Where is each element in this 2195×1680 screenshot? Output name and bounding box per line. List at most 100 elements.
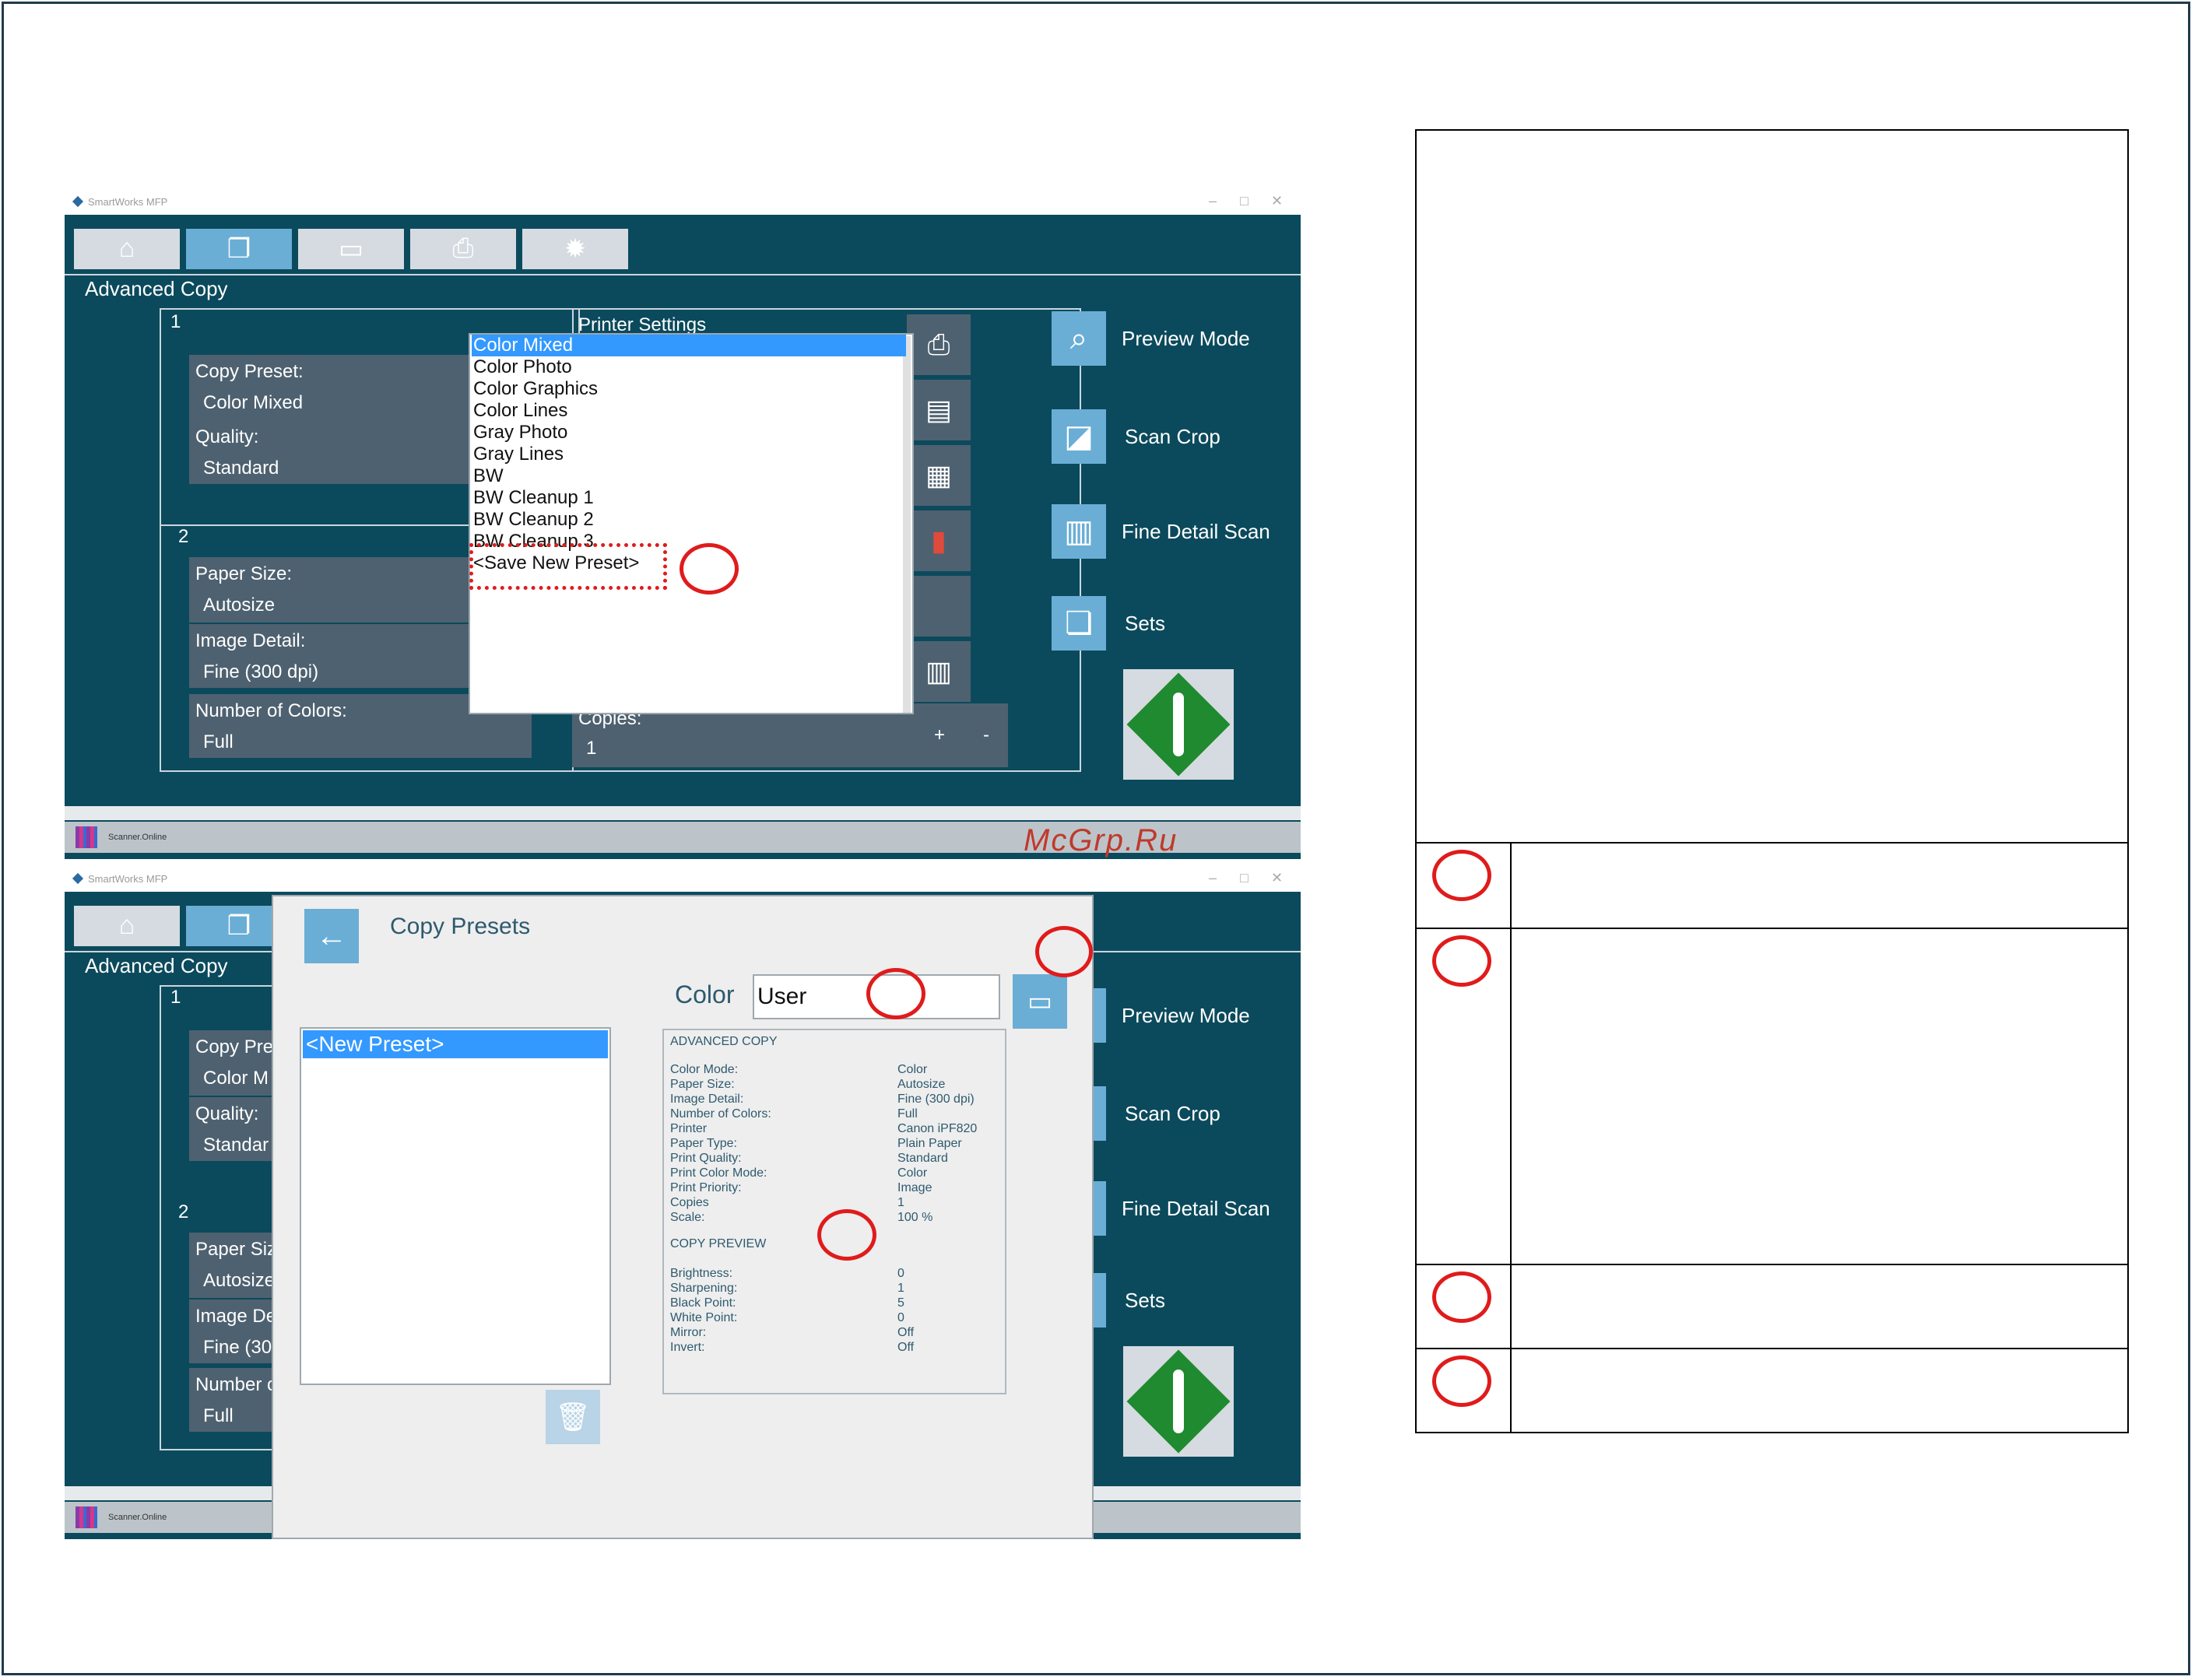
app-logo-icon bbox=[72, 195, 84, 208]
dropdown-item[interactable]: Gray Lines bbox=[472, 444, 906, 465]
dropdown-item[interactable]: Color Graphics bbox=[472, 378, 906, 400]
trash-icon: 🗑 bbox=[555, 1401, 591, 1433]
scanner-online-logo-icon bbox=[76, 826, 97, 848]
home-icon: ⌂ bbox=[118, 233, 135, 263]
paper-button[interactable]: ▤ bbox=[907, 380, 971, 440]
sets-label: Sets bbox=[1125, 1289, 1166, 1312]
summary-row: Invert: Off bbox=[670, 1341, 915, 1354]
preview-mode-label: Preview Mode bbox=[1122, 1004, 1250, 1027]
title-bar: SmartWorks MFP – □ ✕ bbox=[65, 867, 1301, 892]
quality-label: Quality: bbox=[195, 1103, 259, 1124]
legend-callout-circle bbox=[1432, 850, 1491, 901]
start-copy-button[interactable] bbox=[1123, 669, 1234, 780]
callout-circle bbox=[680, 543, 739, 594]
table-row-divider bbox=[1417, 1264, 2127, 1265]
blank-tile bbox=[907, 576, 971, 637]
image-detail-label: Image Detail: bbox=[195, 630, 306, 651]
dropdown-item[interactable]: Gray Photo bbox=[472, 422, 906, 444]
folder-icon: ▭ bbox=[1027, 987, 1053, 1016]
summary-row: Printer Canon iPF820 bbox=[670, 1122, 978, 1135]
scale-button[interactable]: ▥ bbox=[907, 641, 971, 702]
close-icon[interactable]: ✕ bbox=[1271, 193, 1283, 209]
image-detail-value: Fine (30 bbox=[203, 1337, 272, 1358]
maximize-icon[interactable]: □ bbox=[1240, 193, 1249, 209]
num-colors-label: Number c bbox=[195, 1374, 277, 1395]
sets-button[interactable]: ❏ Sets bbox=[1052, 596, 1285, 652]
dropdown-item[interactable]: BW bbox=[472, 465, 906, 487]
tab-print[interactable]: ⎙ bbox=[410, 229, 516, 269]
minimize-icon[interactable]: – bbox=[1209, 193, 1217, 209]
window-title: SmartWorks MFP bbox=[88, 196, 168, 208]
section-title: Advanced Copy bbox=[85, 954, 228, 977]
start-copy-button[interactable] bbox=[1123, 1346, 1234, 1457]
document-icon: ▤ bbox=[925, 394, 952, 426]
scanner-icon: ▭ bbox=[338, 234, 364, 264]
printer-icon: ⎙ bbox=[452, 233, 474, 263]
group-1-number: 1 bbox=[170, 987, 181, 1008]
tab-copy[interactable]: ❐ bbox=[186, 229, 292, 269]
scanner-online-logo-icon bbox=[76, 1506, 97, 1528]
section-title: Advanced Copy bbox=[85, 277, 228, 300]
dropdown-item[interactable]: BW Cleanup 1 bbox=[472, 487, 906, 509]
minimize-icon[interactable]: – bbox=[1209, 870, 1217, 886]
home-icon: ⌂ bbox=[118, 910, 135, 940]
preset-list[interactable]: <New Preset> bbox=[300, 1027, 611, 1385]
color-bars-icon: ▮ bbox=[931, 524, 946, 556]
maximize-icon[interactable]: □ bbox=[1240, 870, 1249, 886]
summary-row: Print Quality: Standard bbox=[670, 1152, 948, 1165]
scan-crop-label: Scan Crop bbox=[1125, 425, 1220, 448]
tab-home[interactable]: ⌂ bbox=[74, 906, 180, 946]
start-bar-icon bbox=[1173, 1370, 1184, 1433]
save-preset-button[interactable]: ▭ bbox=[1013, 974, 1067, 1029]
quality-value: Standard bbox=[203, 458, 279, 479]
summary-row: Image Detail: Fine (300 dpi) bbox=[670, 1093, 975, 1106]
table-column-divider bbox=[1510, 842, 1512, 1433]
paper-size-label: Paper Size: bbox=[195, 563, 293, 584]
scan-crop-label: Scan Crop bbox=[1125, 1102, 1220, 1125]
dropdown-item[interactable]: BW Cleanup 2 bbox=[472, 509, 906, 531]
preset-list-item[interactable]: <New Preset> bbox=[303, 1030, 608, 1058]
tab-settings[interactable]: ✹ bbox=[522, 229, 628, 269]
table-row-divider bbox=[1417, 928, 2127, 929]
tab-home[interactable]: ⌂ bbox=[74, 229, 180, 269]
grid-button[interactable]: ▦ bbox=[907, 445, 971, 506]
num-colors-value: Full bbox=[203, 1405, 234, 1426]
copy-preset-label: Copy Preset: bbox=[195, 361, 304, 382]
preview-mode-button[interactable]: ⌕ Preview Mode bbox=[1052, 311, 1285, 367]
dropdown-item[interactable]: Color Photo bbox=[472, 356, 906, 378]
tab-scan[interactable]: ▭ bbox=[298, 229, 404, 269]
copies-minus-button[interactable]: - bbox=[964, 703, 1008, 767]
back-button[interactable]: ← bbox=[304, 909, 359, 963]
dropdown-item[interactable]: Color Mixed bbox=[472, 335, 906, 356]
color-button[interactable]: ▮ bbox=[907, 510, 971, 571]
summary-row: Brightness: 0 bbox=[670, 1267, 904, 1280]
arrow-left-icon: ← bbox=[316, 919, 347, 953]
status-text: Scanner.Online bbox=[108, 1513, 167, 1522]
callout-circle bbox=[1035, 926, 1093, 977]
preset-dropdown[interactable]: Color Mixed Color Photo Color Graphics C… bbox=[469, 333, 914, 714]
save-preset-highlight bbox=[469, 543, 667, 590]
sets-check-icon: ❏ bbox=[1052, 596, 1106, 651]
paper-size-value: Autosize bbox=[203, 1270, 276, 1291]
quality-value: Standar bbox=[203, 1135, 269, 1156]
scan-crop-button[interactable]: ◪ Scan Crop bbox=[1052, 409, 1285, 465]
copies-plus-button[interactable]: + bbox=[918, 703, 961, 767]
copy-preset-label: Copy Pre bbox=[195, 1036, 274, 1057]
table-row-divider bbox=[1417, 842, 2127, 844]
horizontal-scrollbar[interactable] bbox=[65, 806, 1301, 820]
preset-name-label: Color bbox=[675, 980, 735, 1008]
copy-preset-value: Color M bbox=[203, 1068, 269, 1089]
lines-x-icon: ▥ bbox=[1052, 504, 1106, 559]
dropdown-item[interactable]: Color Lines bbox=[472, 400, 906, 422]
close-icon[interactable]: ✕ bbox=[1271, 870, 1283, 886]
title-bar: SmartWorks MFP – □ ✕ bbox=[65, 190, 1301, 215]
status-text: Scanner.Online bbox=[108, 833, 167, 842]
nav-divider bbox=[65, 274, 1301, 275]
group-1-number: 1 bbox=[170, 311, 181, 332]
fine-detail-scan-button[interactable]: ▥ Fine Detail Scan bbox=[1052, 504, 1301, 560]
printer-settings-button[interactable]: ⎙ bbox=[907, 314, 971, 375]
nav-bar: ⌂ ❐ ▭ ⎙ ✹ bbox=[65, 229, 1301, 269]
group-2-number: 2 bbox=[178, 526, 189, 547]
delete-preset-button[interactable]: 🗑 bbox=[546, 1390, 600, 1444]
summary-row: Black Point: 5 bbox=[670, 1296, 904, 1310]
